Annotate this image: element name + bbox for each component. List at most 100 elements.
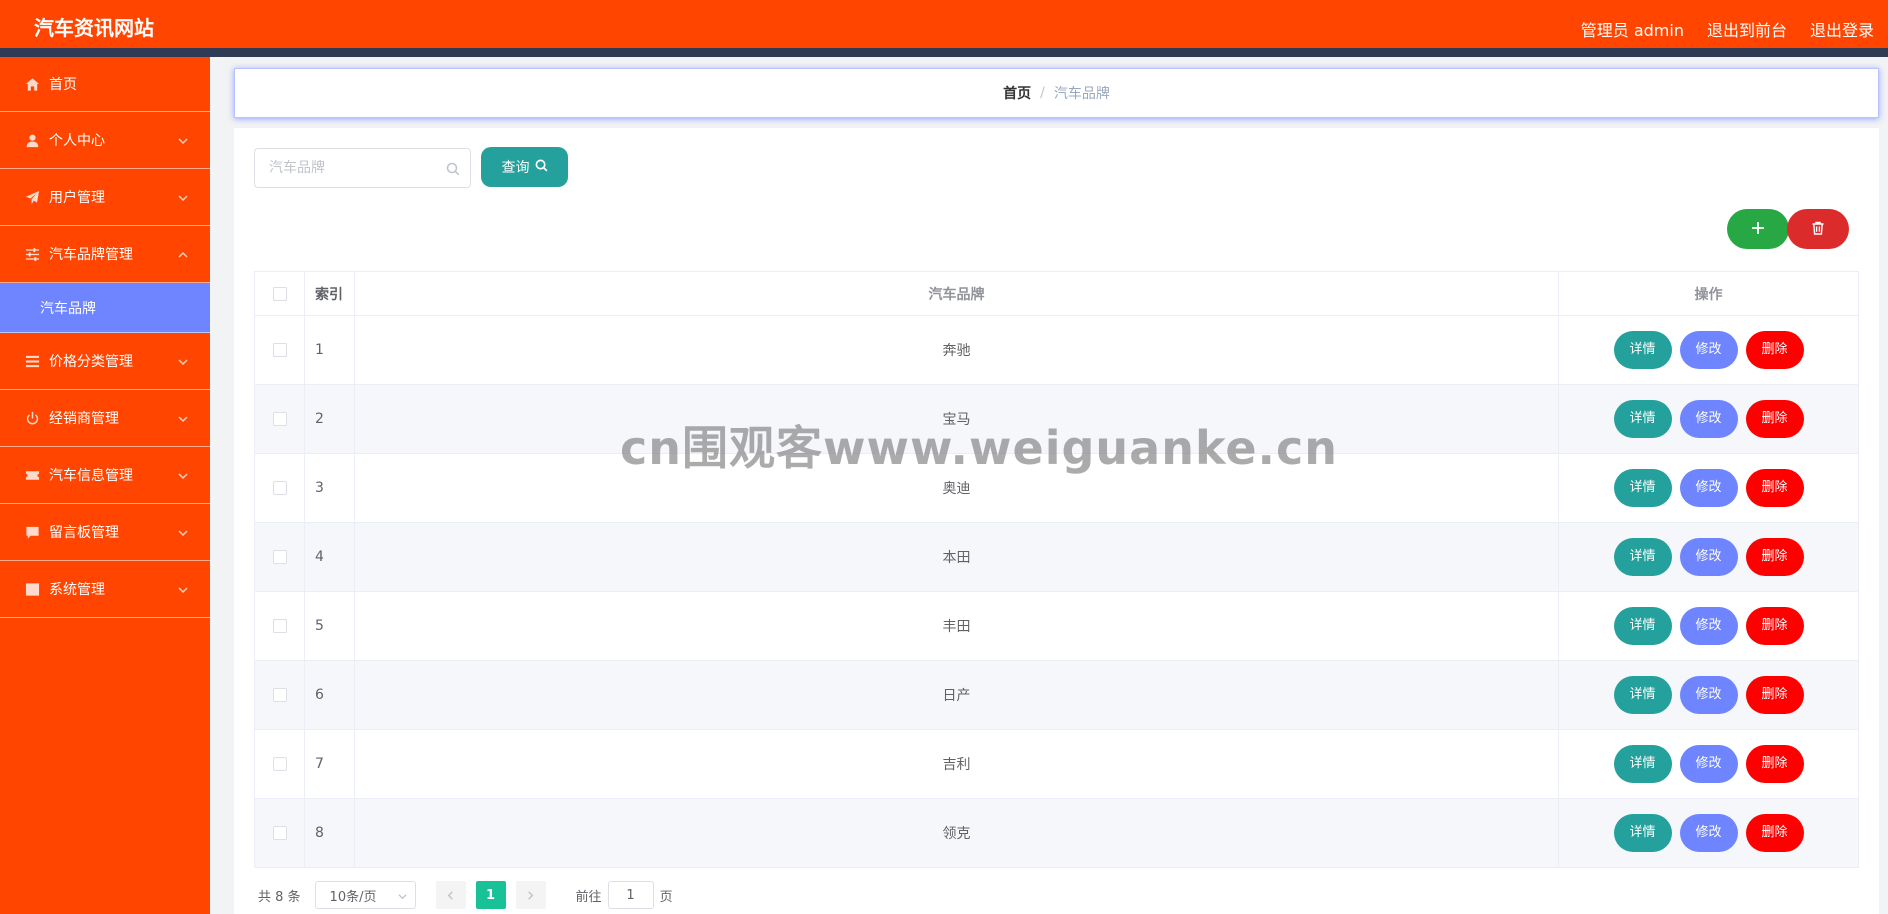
row-index: 2 [304,384,355,454]
row-index: 8 [304,798,355,868]
chevron-up-icon [178,248,188,258]
sidebar-item-car-info[interactable]: 汽车信息管理 [0,447,210,504]
ticket-icon [24,467,40,483]
query-button-label: 查询 [501,160,530,176]
trash-icon [1811,221,1825,238]
table-row: 8 领克 详情 修改 删除 [254,798,1859,868]
goto-suffix: 页 [659,889,673,905]
sidebar-item-label: 汽车信息管理 [49,468,133,484]
edit-button[interactable]: 修改 [1679,745,1738,783]
detail-button[interactable]: 详情 [1613,331,1672,369]
row-index: 4 [304,522,355,592]
add-button[interactable] [1727,209,1789,249]
pagination-total: 共 8 条 [258,889,301,905]
table-row: 6 日产 详情 修改 删除 [254,660,1859,730]
delete-button[interactable]: 删除 [1745,745,1804,783]
detail-button[interactable]: 详情 [1613,400,1672,438]
brand-search-input[interactable] [255,149,435,187]
brand-table: 索引 汽车品牌 操作 1 奔驰 详情 修改 删除 2 宝马 详情 修改 删除 3 奥迪 详情 修改 删除 4 本… [254,271,1859,868]
row-checkbox-cell [254,384,305,454]
header-checkbox-cell [254,271,305,316]
sidebar-item-label: 汽车品牌管理 [49,247,133,263]
detail-button[interactable]: 详情 [1613,607,1672,645]
chevron-down-icon [178,412,188,423]
search-icon [446,161,460,176]
next-page-button[interactable] [515,881,546,909]
row-checkbox[interactable] [272,550,287,564]
search-icon [535,159,548,176]
detail-button[interactable]: 详情 [1613,469,1672,507]
sliders-icon [24,246,40,262]
delete-button[interactable]: 删除 [1745,469,1804,507]
search-box [254,148,471,188]
chevron-down-icon [178,191,188,202]
query-button[interactable]: 查询 [481,147,568,187]
detail-button[interactable]: 详情 [1613,538,1672,576]
logout-link[interactable]: 退出登录 [1810,17,1874,41]
edit-button[interactable]: 修改 [1679,469,1738,507]
chevron-down-icon [178,526,188,537]
row-checkbox[interactable] [272,757,287,771]
edit-button[interactable]: 修改 [1679,331,1738,369]
detail-button[interactable]: 详情 [1613,745,1672,783]
row-operations: 详情 修改 删除 [1558,384,1859,454]
back-to-front-link[interactable]: 退出到前台 [1707,17,1787,41]
row-checkbox[interactable] [272,688,287,702]
sidebar-item-users[interactable]: 用户管理 [0,169,210,226]
chevron-down-icon [178,583,188,594]
sidebar-item-label: 用户管理 [49,190,105,206]
sidebar-item-brand-management[interactable]: 汽车品牌管理 [0,226,210,283]
row-index: 1 [304,315,355,385]
delete-button[interactable]: 删除 [1745,400,1804,438]
sidebar-subitem-label: 汽车品牌 [40,300,96,317]
edit-button[interactable]: 修改 [1679,607,1738,645]
batch-delete-button[interactable] [1787,209,1849,249]
page-number-current[interactable]: 1 [475,881,506,909]
header-operations: 操作 [1558,271,1859,316]
row-checkbox-cell [254,591,305,661]
row-checkbox-cell [254,453,305,523]
edit-button[interactable]: 修改 [1679,676,1738,714]
delete-button[interactable]: 删除 [1745,538,1804,576]
table-row: 5 丰田 详情 修改 删除 [254,591,1859,661]
goto-page-input[interactable] [607,881,654,909]
table-row: 2 宝马 详情 修改 删除 [254,384,1859,454]
sidebar-subitem-car-brand[interactable]: 汽车品牌 [0,283,210,333]
detail-button[interactable]: 详情 [1613,676,1672,714]
sidebar-item-dealers[interactable]: 经销商管理 [0,390,210,447]
breadcrumb-home[interactable]: 首页 [1003,83,1031,103]
pagination: 共 8 条 10条/页 1 前往 页 [258,881,673,909]
delete-button[interactable]: 删除 [1745,331,1804,369]
sidebar-item-price-category[interactable]: 价格分类管理 [0,333,210,390]
delete-button[interactable]: 删除 [1745,676,1804,714]
row-checkbox-cell [254,798,305,868]
sidebar-item-home[interactable]: 首页 [0,57,210,112]
page-size-select[interactable]: 10条/页 [314,881,416,909]
chevron-down-icon [178,355,188,366]
detail-button[interactable]: 详情 [1613,814,1672,852]
sidebar-item-label: 系统管理 [49,582,105,598]
header-index: 索引 [304,271,355,316]
delete-button[interactable]: 删除 [1745,607,1804,645]
delete-button[interactable]: 删除 [1745,814,1804,852]
sidebar-item-profile[interactable]: 个人中心 [0,112,210,169]
row-checkbox[interactable] [272,619,287,633]
prev-page-button[interactable] [435,881,466,909]
select-all-checkbox[interactable] [272,286,287,301]
row-brand-name: 奥迪 [354,453,1559,523]
row-checkbox[interactable] [272,481,287,495]
sidebar-item-message-board[interactable]: 留言板管理 [0,504,210,561]
row-checkbox[interactable] [272,826,287,840]
plus-icon [1751,221,1765,238]
row-checkbox[interactable] [272,343,287,357]
row-operations: 详情 修改 删除 [1558,522,1859,592]
table-header-row: 索引 汽车品牌 操作 [254,271,1859,316]
main-panel: 查询 索引 汽车品牌 操作 1奔驰详情修改删除2宝马详情修改删除3奥迪详情修改删… [234,128,1879,914]
row-checkbox[interactable] [272,412,287,426]
edit-button[interactable]: 修改 [1679,538,1738,576]
row-index: 7 [304,729,355,799]
edit-button[interactable]: 修改 [1679,400,1738,438]
edit-button[interactable]: 修改 [1679,814,1738,852]
list-icon [24,353,40,369]
sidebar-item-system[interactable]: 系统管理 [0,561,210,618]
